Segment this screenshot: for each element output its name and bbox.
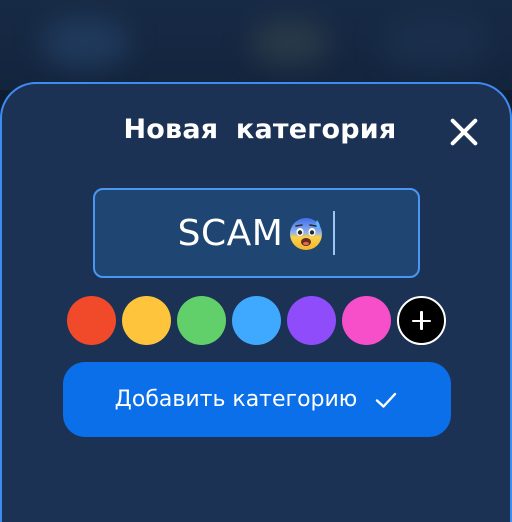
dialog-title-word-1: Новая	[123, 114, 219, 145]
add-color-plus-icon[interactable]	[397, 296, 446, 345]
check-icon	[376, 392, 397, 408]
background-blur-shape	[40, 18, 130, 68]
category-name-input[interactable]: SCAM	[93, 188, 420, 278]
close-icon[interactable]	[444, 112, 484, 152]
color-swatch-blue[interactable]	[232, 296, 281, 345]
text-cursor	[333, 211, 336, 255]
color-swatch-pink[interactable]	[342, 296, 391, 345]
dialog-title: Новая категория	[0, 114, 512, 145]
color-swatch-green[interactable]	[177, 296, 226, 345]
color-swatch-red[interactable]	[67, 296, 116, 345]
color-swatch-purple[interactable]	[287, 296, 336, 345]
background-blur-shape	[250, 20, 330, 65]
background-blur-shape	[380, 15, 490, 70]
dialog-title-word-2: категория	[235, 114, 397, 145]
anxious-face-with-sweat-emoji-icon	[287, 214, 325, 252]
color-swatch-yellow[interactable]	[122, 296, 171, 345]
add-category-button[interactable]: Добавить категорию	[63, 362, 451, 437]
add-category-label: Добавить категорию	[114, 387, 358, 412]
category-name-value: SCAM	[177, 212, 284, 254]
color-palette	[67, 296, 446, 346]
blurred-background	[0, 0, 512, 90]
